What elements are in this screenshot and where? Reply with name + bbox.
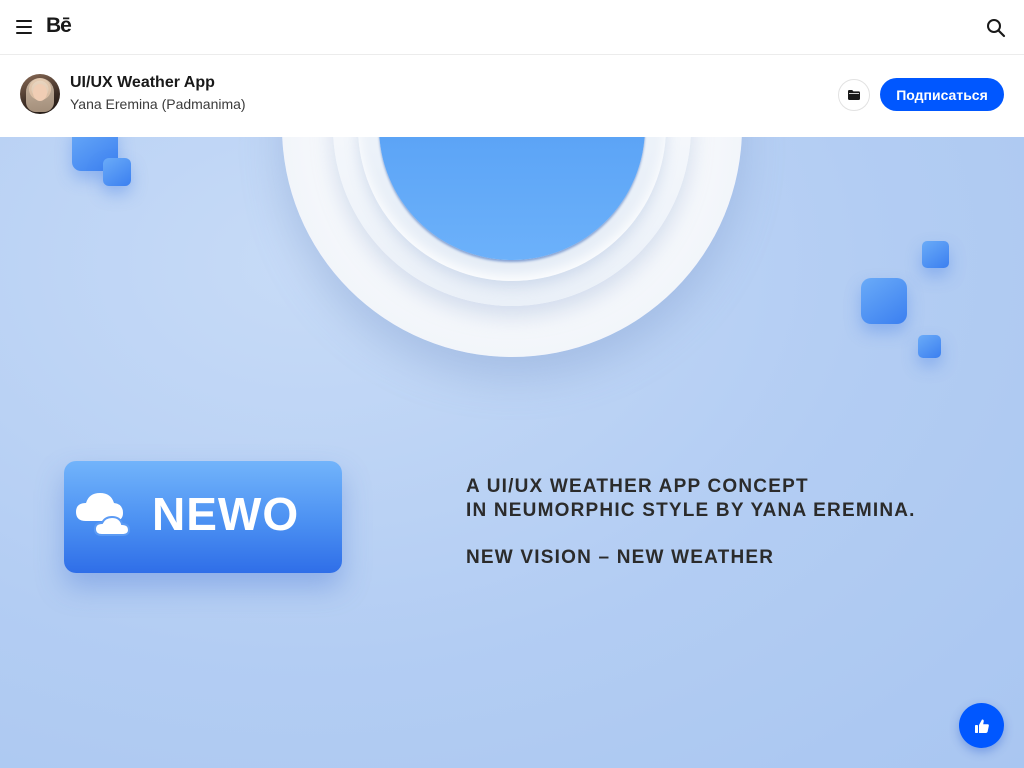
follow-button[interactable]: Подписаться bbox=[880, 78, 1004, 111]
tagline-line: A UI/UX WEATHER APP CONCEPT bbox=[466, 476, 809, 497]
save-to-collection-button[interactable] bbox=[838, 79, 870, 111]
hamburger-icon[interactable] bbox=[16, 20, 32, 34]
project-artwork: NEWO A UI/UX WEATHER APP CONCEPT IN NEUM… bbox=[0, 137, 1024, 768]
search-icon[interactable] bbox=[986, 18, 1006, 38]
folder-icon bbox=[848, 90, 860, 100]
newo-logo-card: NEWO bbox=[64, 461, 342, 573]
decor-tile bbox=[922, 241, 949, 268]
tagline: A UI/UX WEATHER APP CONCEPT IN NEUMORPHI… bbox=[466, 475, 916, 523]
project-author[interactable]: Yana Eremina (Padmanima) bbox=[70, 96, 246, 112]
thumbs-up-icon bbox=[974, 718, 989, 733]
brand-name: NEWO bbox=[152, 488, 300, 540]
decor-tile bbox=[103, 158, 131, 186]
slogan: NEW VISION – NEW WEATHER bbox=[466, 547, 775, 568]
tagline-line: IN NEUMORPHIC STYLE BY YANA EREMINA. bbox=[466, 500, 916, 521]
avatar[interactable] bbox=[20, 74, 60, 114]
top-navigation-bar: Bē bbox=[0, 0, 1024, 55]
cloud-icon bbox=[76, 493, 131, 536]
appreciate-button[interactable] bbox=[959, 703, 1004, 748]
project-header: UI/UX Weather App Yana Eremina (Padmanim… bbox=[0, 55, 1024, 137]
behance-logo[interactable]: Bē bbox=[46, 14, 72, 38]
decor-tile bbox=[861, 278, 907, 324]
project-title[interactable]: UI/UX Weather App bbox=[70, 74, 215, 92]
decor-tile bbox=[918, 335, 941, 358]
